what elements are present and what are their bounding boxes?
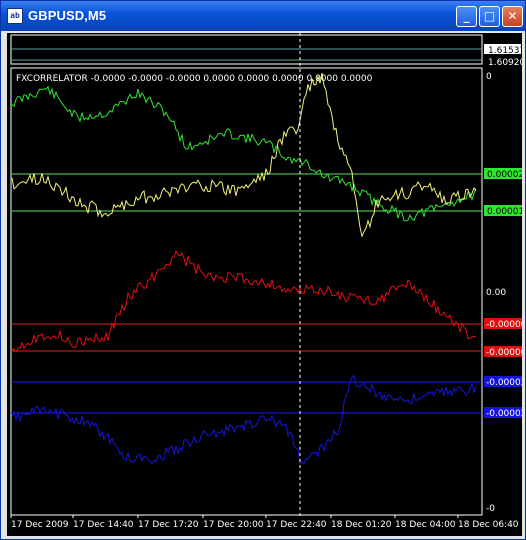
chart-window-icon[interactable]: ab: [7, 8, 23, 24]
indicator-panel-border: [10, 67, 483, 516]
price-panel[interactable]: 1.61537 1.60920: [10, 34, 522, 68]
series-yellow-line[interactable]: [11, 72, 477, 238]
level-label-blue-lower: -0.00002: [486, 409, 522, 419]
time-axis-label: 17 Dec 20:00: [203, 520, 264, 530]
time-axis-label: 17 Dec 22:40: [266, 520, 327, 530]
indicator-scale-top: 0: [486, 72, 492, 82]
time-axis-label: 18 Dec 04:00: [395, 520, 456, 530]
time-axis-label: 17 Dec 17:20: [138, 520, 199, 530]
chart-window: ab GBPUSD,M5 _ □ ✕ 1.61537 1.60920 FXCOR…: [0, 0, 526, 540]
series-green-line[interactable]: [11, 85, 477, 222]
level-label-green-lower: 0.00001: [487, 207, 522, 217]
time-axis-label: 18 Dec 06:40: [458, 520, 519, 530]
chart-canvas[interactable]: 1.61537 1.60920 FXCORRELATOR -0.0000 -0.…: [7, 33, 522, 536]
close-button[interactable]: ✕: [502, 6, 523, 27]
level-label-blue-upper: -0.00002: [486, 378, 522, 388]
chart-area[interactable]: 1.61537 1.60920 FXCORRELATOR -0.0000 -0.…: [7, 33, 522, 536]
time-axis-label: 17 Dec 14:40: [73, 520, 134, 530]
window-title: GBPUSD,M5: [28, 8, 107, 23]
time-axis-label: 18 Dec 01:20: [331, 520, 392, 530]
minimize-button[interactable]: _: [456, 6, 477, 27]
indicator-scale-mid: 0.00: [486, 288, 506, 298]
maximize-button[interactable]: □: [479, 6, 500, 27]
price-label-current: 1.61537: [488, 46, 522, 56]
time-axis: 17 Dec 2009 17 Dec 14:40 17 Dec 17:20 17 De…: [10, 515, 519, 530]
price-label-low: 1.60920: [488, 58, 522, 68]
level-label-red-upper: -0.00000: [486, 320, 522, 330]
series-red-line[interactable]: [11, 250, 477, 354]
title-bar[interactable]: ab GBPUSD,M5 _ □ ✕: [1, 1, 525, 31]
level-label-green-upper: 0.00002: [487, 170, 522, 180]
indicator-panel[interactable]: FXCORRELATOR -0.0000 -0.0000 -0.0000 0.0…: [10, 33, 522, 518]
level-label-red-lower: -0.00000: [486, 348, 522, 358]
indicator-scale-bottom: -0: [486, 504, 495, 514]
series-blue-line[interactable]: [11, 374, 477, 465]
time-axis-label: 17 Dec 2009: [11, 520, 69, 530]
